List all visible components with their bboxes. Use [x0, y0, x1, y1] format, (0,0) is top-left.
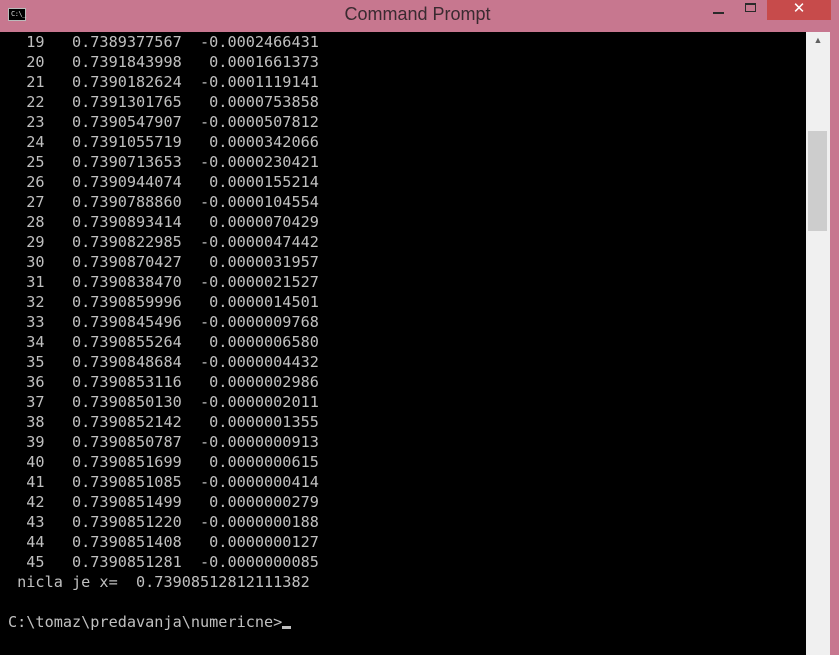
console-line: 30 0.7390870427 0.0000031957 [8, 253, 319, 271]
console-line: 26 0.7390944074 0.0000155214 [8, 173, 319, 191]
command-prompt-window: C:\_ Command Prompt ✕ 19 0.7389377567 -0… [0, 0, 839, 655]
console-line: 21 0.7390182624 -0.0001119141 [8, 73, 319, 91]
console-line: 27 0.7390788860 -0.0000104554 [8, 193, 319, 211]
maximize-icon [745, 3, 756, 12]
console-line: 31 0.7390838470 -0.0000021527 [8, 273, 319, 291]
console-line: 35 0.7390848684 -0.0000004432 [8, 353, 319, 371]
text-cursor [282, 626, 292, 629]
maximize-button[interactable] [737, 0, 765, 20]
console-line: 44 0.7390851408 0.0000000127 [8, 533, 319, 551]
console-line: 24 0.7391055719 0.0000342066 [8, 133, 319, 151]
console-line: 20 0.7391843998 0.0001661373 [8, 53, 319, 71]
console-line: 37 0.7390850130 -0.0000002011 [8, 393, 319, 411]
close-button[interactable]: ✕ [767, 0, 831, 20]
console-line: 43 0.7390851220 -0.0000000188 [8, 513, 319, 531]
vertical-scrollbar[interactable]: ▲ [806, 32, 830, 655]
console-line: 28 0.7390893414 0.0000070429 [8, 213, 319, 231]
console-line: 45 0.7390851281 -0.0000000085 [8, 553, 319, 571]
console-line: 34 0.7390855264 0.0000006580 [8, 333, 319, 351]
console-line: 40 0.7390851699 0.0000000615 [8, 453, 319, 471]
console-line: 19 0.7389377567 -0.0002466431 [8, 33, 319, 51]
console-line: 36 0.7390853116 0.0000002986 [8, 373, 319, 391]
title-bar[interactable]: C:\_ Command Prompt ✕ [0, 0, 839, 32]
console-line: 33 0.7390845496 -0.0000009768 [8, 313, 319, 331]
console-line: 39 0.7390850787 -0.0000000913 [8, 433, 319, 451]
minimize-button[interactable] [705, 0, 733, 20]
console-line: 38 0.7390852142 0.0000001355 [8, 413, 319, 431]
console-line: 42 0.7390851499 0.0000000279 [8, 493, 319, 511]
scroll-thumb[interactable] [808, 131, 827, 232]
console-text: 19 0.7389377567 -0.0002466431 20 0.73918… [0, 32, 806, 632]
console-line: 29 0.7390822985 -0.0000047442 [8, 233, 319, 251]
console-line: nicla je x= 0.73908512812111382 [8, 573, 310, 591]
console-line: 23 0.7390547907 -0.0000507812 [8, 113, 319, 131]
scroll-up-button[interactable]: ▲ [806, 32, 830, 49]
scroll-up-arrow-icon: ▲ [813, 35, 823, 45]
console-line: 32 0.7390859996 0.0000014501 [8, 293, 319, 311]
console-line: 22 0.7391301765 0.0000753858 [8, 93, 319, 111]
console-line: 25 0.7390713653 -0.0000230421 [8, 153, 319, 171]
window-border-right [830, 32, 839, 655]
command-prompt-path: C:\tomaz\predavanja\numericne> [8, 613, 283, 631]
console-output[interactable]: 19 0.7389377567 -0.0002466431 20 0.73918… [0, 32, 806, 655]
minimize-icon [713, 12, 724, 14]
close-icon: ✕ [792, 0, 806, 17]
console-line: 41 0.7390851085 -0.0000000414 [8, 473, 319, 491]
prompt-line: C:\tomaz\predavanja\numericne> [8, 612, 806, 632]
